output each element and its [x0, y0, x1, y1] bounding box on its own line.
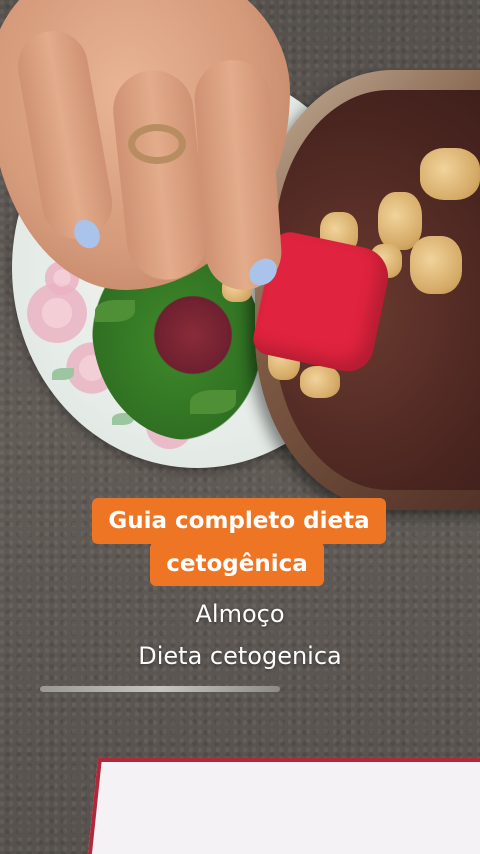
- chicken-piece: [300, 366, 340, 398]
- placemat-corner: [86, 758, 480, 854]
- chicken-piece: [410, 236, 462, 294]
- bacon-bits: [148, 290, 238, 380]
- chicken-piece: [378, 192, 422, 250]
- finger: [192, 57, 284, 293]
- ring: [128, 124, 186, 164]
- subtitle-line-2: Dieta cetogenica: [138, 642, 342, 670]
- chicken-piece: [420, 148, 480, 200]
- lettuce-leaf: [95, 300, 135, 322]
- lettuce-leaf: [190, 390, 236, 414]
- subtitle-line-1: Almoço: [195, 600, 285, 628]
- caption-line-2: cetogênica: [150, 542, 324, 586]
- plate-leaf: [52, 368, 74, 380]
- fork-on-carpet: [40, 686, 280, 692]
- caption-line-1: Guia completo dieta: [92, 498, 386, 544]
- video-frame: [0, 0, 480, 854]
